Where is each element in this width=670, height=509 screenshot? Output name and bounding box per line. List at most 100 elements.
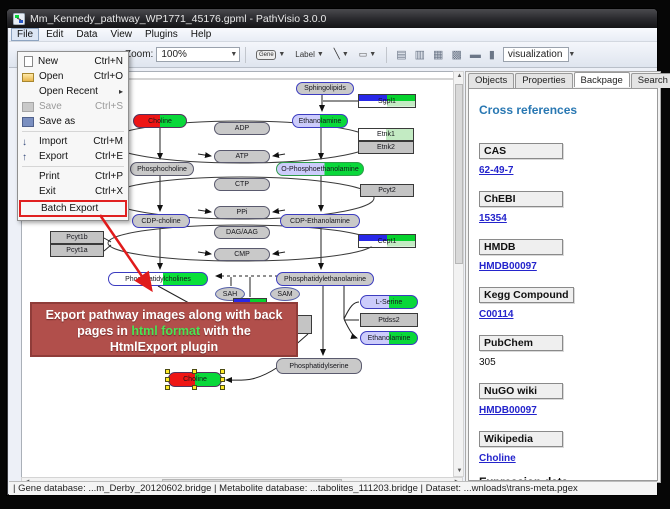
chevron-down-icon[interactable]: ▼ (369, 51, 376, 58)
pathway-node-adp[interactable]: ADP (214, 122, 270, 135)
pathway-node-dag-aag[interactable]: DAG/AAG (214, 226, 270, 239)
tab-search[interactable]: Search (631, 73, 670, 88)
callout-line2: pages in html format with the (32, 323, 296, 339)
xref-link[interactable]: 15354 (479, 213, 647, 224)
menu-item-label: Save (39, 101, 62, 112)
pathway-node-etnk1[interactable]: Etnk1 (358, 128, 414, 141)
file-menu-item-open-recent[interactable]: Open Recent▸ (19, 84, 127, 99)
pathway-node-ctp[interactable]: CTP (214, 178, 270, 191)
pathway-node-cdp-choline[interactable]: CDP-choline (132, 214, 190, 228)
distribute-vertical-icon[interactable]: ▩ (451, 48, 461, 61)
chevron-down-icon[interactable]: ▼ (317, 51, 324, 58)
xref-link[interactable]: C00114 (479, 309, 647, 320)
selection-handle[interactable] (220, 385, 225, 390)
xref-link[interactable]: HMDB00097 (479, 405, 647, 416)
menu-data[interactable]: Data (70, 28, 103, 41)
tab-properties[interactable]: Properties (515, 73, 572, 88)
file-menu-item-new[interactable]: NewCtrl+N (19, 54, 127, 69)
file-menu-item-open[interactable]: OpenCtrl+O (19, 69, 127, 84)
menu-icon-none (22, 187, 34, 197)
pathway-node-ethanolamine[interactable]: Ethanolamine (292, 114, 348, 128)
selection-handle[interactable] (220, 369, 225, 374)
selection-handle[interactable] (192, 385, 197, 390)
menu-item-label: Open (39, 71, 63, 82)
selection-handle[interactable] (192, 369, 197, 374)
pathway-node-o-phosphoethanolamine[interactable]: O-Phosphoethanolamine (276, 162, 364, 176)
add-label-button[interactable]: Label ▼ (291, 46, 328, 63)
menu-edit[interactable]: Edit (40, 28, 69, 41)
xref-header: Kegg Compound (479, 287, 574, 303)
scroll-down-icon[interactable]: ▼ (454, 467, 465, 476)
menu-item-label: Print (39, 171, 60, 182)
file-menu-item-save-as[interactable]: Save as (19, 114, 127, 129)
pathway-node-choline[interactable]: Choline (133, 114, 187, 128)
menu-help[interactable]: Help (185, 28, 218, 41)
menu-plugins[interactable]: Plugins (139, 28, 184, 41)
scroll-up-icon[interactable]: ▲ (454, 72, 465, 81)
pathway-node-atp[interactable]: ATP (214, 150, 270, 163)
xref-section-kegg-compound: Kegg Compound C00114 (479, 285, 647, 320)
callout-line3: HtmlExport plugin (32, 339, 296, 355)
common-width-icon[interactable]: ▬ (470, 49, 481, 61)
menu-view[interactable]: View (104, 28, 138, 41)
add-line-button[interactable]: ╲ ▼ (330, 46, 353, 63)
pathway-node-cdp-ethanolamine[interactable]: CDP-Ethanolamine (280, 214, 360, 228)
common-height-icon[interactable]: ▮ (489, 48, 495, 61)
pathway-node-pcyt1a[interactable]: Pcyt1a (50, 244, 104, 257)
pathway-node-l-serine[interactable]: L-Serine (360, 295, 418, 309)
pathway-node-cept1[interactable]: Cept1 (358, 234, 416, 248)
align-center-horizontal-icon[interactable]: ▤ (396, 48, 406, 61)
xref-link[interactable]: 62-49-7 (479, 165, 647, 176)
pathway-node-pcyt2[interactable]: Pcyt2 (360, 184, 414, 197)
menu-file[interactable]: File (11, 28, 39, 41)
pathway-node-sam[interactable]: SAM (270, 287, 300, 301)
submenu-arrow-icon: ▸ (119, 87, 123, 96)
pathway-node-sgpl1[interactable]: Sgpl1 (358, 94, 416, 108)
menu-item-shortcut: Ctrl+P (95, 171, 123, 182)
title-bar[interactable]: Mm_Kennedy_pathway_WP1771_45176.gpml - P… (7, 9, 657, 28)
add-shape-button[interactable]: ▭ ▼ (355, 46, 380, 63)
menu-item-shortcut: Ctrl+S (95, 101, 123, 112)
chevron-down-icon[interactable]: ▼ (562, 51, 575, 58)
menu-item-label: Save as (39, 116, 75, 127)
chevron-down-icon[interactable]: ▼ (278, 51, 285, 58)
chevron-down-icon[interactable]: ▼ (224, 51, 237, 58)
pathway-node-phosphatidylethanolamine[interactable]: Phosphatidylethanolamine (276, 272, 374, 286)
visualization-combobox[interactable]: visualization ▼ (503, 47, 569, 62)
pathway-node-etnk2[interactable]: Etnk2 (358, 141, 414, 154)
file-menu-item-save[interactable]: Save Ctrl+S (19, 99, 127, 114)
selection-handle[interactable] (165, 385, 170, 390)
pathway-node-cmp[interactable]: CMP (214, 248, 270, 261)
pathway-node-ptdss2[interactable]: Ptdss2 (360, 313, 418, 327)
file-menu-item-import[interactable]: ImportCtrl+M (19, 134, 127, 149)
file-menu-items: NewCtrl+NOpenCtrl+OOpen Recent▸ Save Ctrl+… (19, 54, 127, 217)
align-center-vertical-icon[interactable]: ▥ (415, 48, 425, 61)
xref-section-pubchem: PubChem305 (479, 333, 647, 368)
tab-objects[interactable]: Objects (468, 73, 514, 88)
file-menu-item-export[interactable]: ExportCtrl+E (19, 149, 127, 164)
selection-handle[interactable] (165, 369, 170, 374)
pathway-node-ethanolamine[interactable]: Ethanolamine (360, 331, 418, 345)
pathway-node-phosphocholine[interactable]: Phosphocholine (130, 162, 194, 176)
pathway-node-phosphatidylcholines[interactable]: Phosphatidylcholines (108, 272, 208, 286)
pathway-node-pcyt1b[interactable]: Pcyt1b (50, 231, 104, 244)
chevron-down-icon[interactable]: ▼ (342, 51, 349, 58)
vertical-scrollbar[interactable]: ▲ ▼ (453, 71, 464, 477)
pathway-node-sphingolipids[interactable]: Sphingolipids (296, 82, 354, 95)
xref-link[interactable]: Choline (479, 453, 647, 464)
file-menu-item-print[interactable]: Print Ctrl+P (19, 169, 127, 184)
add-datanode-button[interactable]: Gene ▼ (252, 46, 289, 63)
tab-backpage[interactable]: Backpage (574, 72, 630, 87)
scrollbar-thumb[interactable] (455, 84, 463, 264)
pathway-node-phosphatidylserine[interactable]: Phosphatidylserine (276, 358, 362, 374)
xref-link[interactable]: HMDB00097 (479, 261, 647, 272)
selection-handle[interactable] (220, 377, 225, 382)
selection-handle[interactable] (165, 377, 170, 382)
zoom-combobox[interactable]: 100% ▼ (156, 47, 240, 62)
distribute-horizontal-icon[interactable]: ▦ (433, 48, 443, 61)
pathway-node-ppi[interactable]: PPi (214, 206, 270, 219)
cross-references-heading: Cross references (479, 103, 647, 117)
file-menu-item-batch-export[interactable]: Batch Export (19, 200, 127, 217)
file-menu-item-exit[interactable]: ExitCtrl+X (19, 184, 127, 199)
status-bar: | Gene database: ...m_Derby_20120602.bri… (9, 481, 657, 495)
